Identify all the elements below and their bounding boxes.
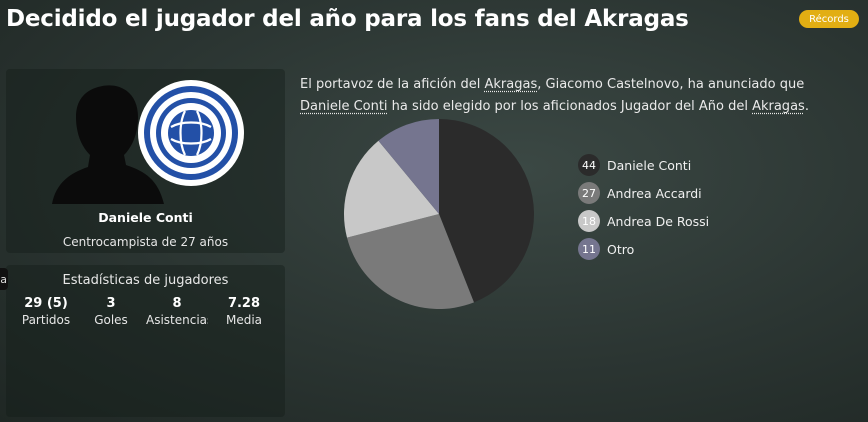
legend-label: Andrea Accardi <box>607 185 702 201</box>
legend-label: Otro <box>607 241 635 257</box>
vote-pie-chart <box>344 119 534 309</box>
legend-label: Daniele Conti <box>607 157 692 173</box>
stat-label: Goles <box>94 313 128 327</box>
player-role: Centrocampista de 27 años <box>62 235 229 249</box>
stat-matches: 29 (5) Partidos <box>16 296 76 327</box>
records-button[interactable]: Récords <box>799 10 859 28</box>
legend-value-badge: 27 <box>578 182 600 204</box>
side-tab[interactable]: a <box>0 268 8 290</box>
player-name[interactable]: Daniele Conti <box>6 210 285 225</box>
announcement-part: El portavoz de la afición del <box>300 77 485 92</box>
announcement-part: ha sido elegido por los aficionados Juga… <box>387 99 753 114</box>
legend-item[interactable]: 27 Andrea Accardi <box>578 179 709 207</box>
legend-item[interactable]: 11 Otro <box>578 235 709 263</box>
stat-assists: 8 Asistencias <box>146 296 208 327</box>
announcement-part: . <box>804 99 809 114</box>
legend-value-badge: 44 <box>578 154 600 176</box>
legend-item[interactable]: 44 Daniele Conti <box>578 151 709 179</box>
stat-label: Media <box>225 313 263 327</box>
stat-value: 29 (5) <box>24 296 68 311</box>
legend-item[interactable]: 18 Andrea De Rossi <box>578 207 709 235</box>
legend-value-badge: 18 <box>578 210 600 232</box>
stat-label: Asistencias <box>146 313 208 327</box>
club-link[interactable]: Akragas <box>485 77 538 92</box>
stats-title: Estadísticas de jugadores <box>62 273 229 288</box>
announcement-part: , Giacomo Castelnovo, ha anunciado que <box>537 77 805 92</box>
stat-label: Partidos <box>21 313 71 327</box>
stat-value: 8 <box>172 296 182 311</box>
legend-label: Andrea De Rossi <box>607 213 710 229</box>
player-link[interactable]: Daniele Conti <box>300 99 388 114</box>
pie-legend: 44 Daniele Conti 27 Andrea Accardi 18 Andrea … <box>578 151 709 263</box>
player-stats-card: Estadísticas de jugadores 29 (5) Partido… <box>6 265 285 417</box>
stat-goals: 3 Goles <box>86 296 136 327</box>
legend-value-badge: 11 <box>578 238 600 260</box>
stat-value: 3 <box>106 296 116 311</box>
announcement-text: El portavoz de la afición del Akragas, G… <box>300 74 840 118</box>
page-title: Decidido el jugador del año para los fan… <box>6 6 689 32</box>
stat-value: 7.28 <box>227 296 261 311</box>
club-crest-icon <box>138 80 244 186</box>
stat-average-rating: 7.28 Media <box>216 296 272 327</box>
player-card: Daniele Conti Centrocampista de 27 años <box>6 69 285 253</box>
club-link[interactable]: Akragas <box>752 99 805 114</box>
